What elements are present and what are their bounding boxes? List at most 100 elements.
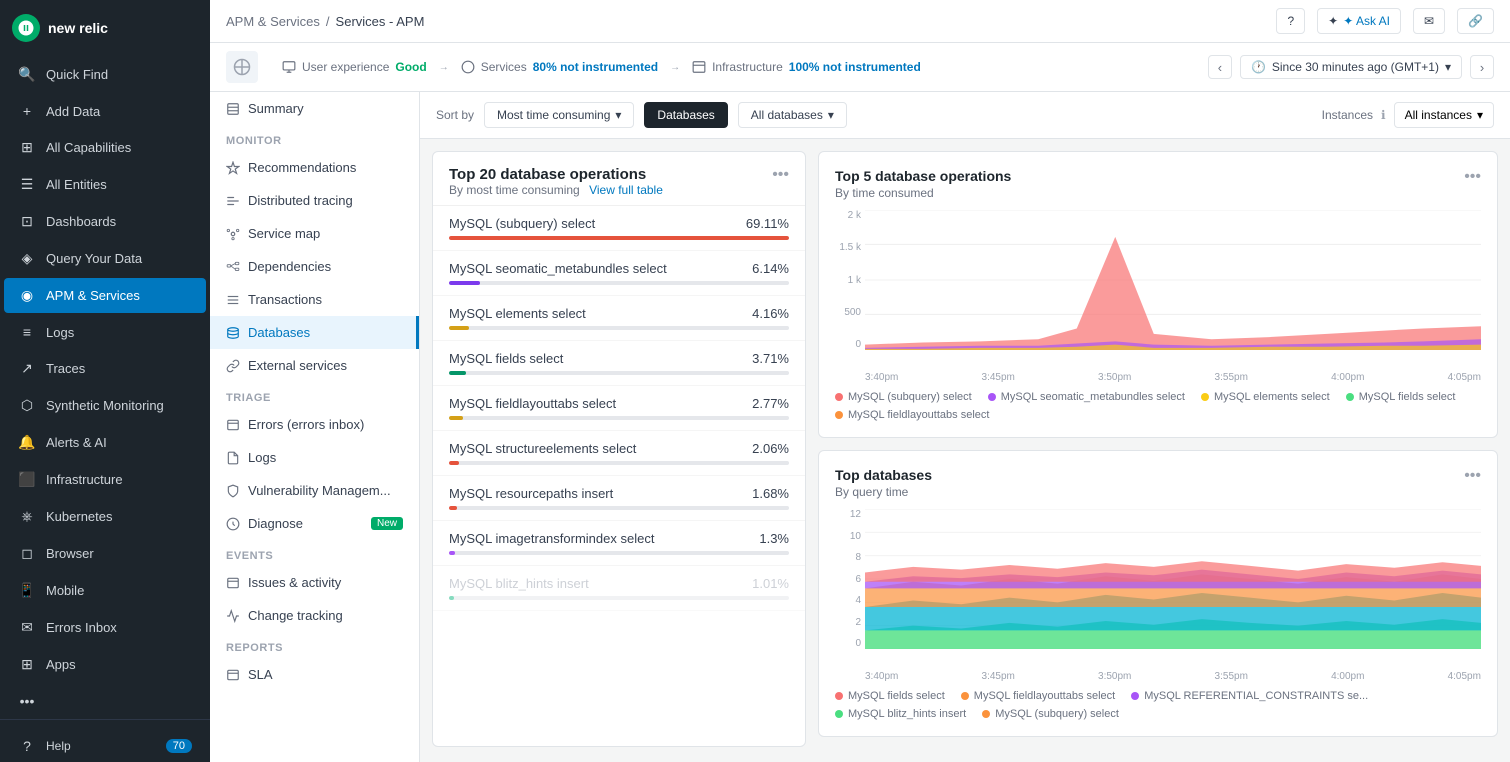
- all-instances-dropdown[interactable]: All instances ▾: [1394, 102, 1494, 128]
- sidebar-item-logs[interactable]: ≡ Logs: [4, 315, 206, 349]
- infra-icon: ⬛: [18, 471, 36, 488]
- sort-by-label: Sort by: [436, 108, 474, 122]
- nav-diagnose[interactable]: Diagnose New: [210, 507, 419, 540]
- legend-item-3: MySQL fields select: [1346, 391, 1456, 403]
- chart1-menu-button[interactable]: •••: [1464, 168, 1481, 186]
- legend-dot-4: [835, 411, 843, 419]
- sidebar-item-all-entities[interactable]: ☰ All Entities: [4, 167, 206, 202]
- nav-dependencies[interactable]: Dependencies: [210, 250, 419, 283]
- sidebar-item-apps[interactable]: ⊞ Apps: [4, 647, 206, 682]
- chart2-legend-dot-3: [835, 710, 843, 718]
- databases-filter[interactable]: Databases: [644, 102, 727, 128]
- legend-item-2: MySQL elements select: [1201, 391, 1330, 403]
- sidebar-bottom: ? Help 70 + Add User 👤 Lunar DeltaBlue: [0, 719, 210, 762]
- top-bar-right: ? ✦ ✦ Ask AI ✉ 🔗: [1276, 8, 1494, 34]
- events-section-label: EVENTS: [210, 540, 419, 566]
- user-experience-status: User experience Good: [274, 60, 435, 74]
- nav-issues-activity[interactable]: Issues & activity: [210, 566, 419, 599]
- arrow-1: →: [435, 62, 453, 73]
- sidebar-item-query-your-data[interactable]: ◈ Query Your Data: [4, 241, 206, 276]
- chart2-area: 12 10 8 6 4 2 0: [835, 509, 1481, 669]
- nav-distributed-tracing[interactable]: Distributed tracing: [210, 184, 419, 217]
- db-row-8: MySQL blitz_hints insert 1.01%: [433, 566, 805, 611]
- view-full-table-link[interactable]: View full table: [589, 183, 663, 197]
- mobile-icon: 📱: [18, 582, 36, 599]
- chart2-title: Top databases: [835, 467, 932, 483]
- sidebar-item-apm-services[interactable]: ◉ APM & Services: [4, 278, 206, 313]
- sidebar-item-traces[interactable]: ↗ Traces: [4, 351, 206, 386]
- sidebar-item-alerts-ai[interactable]: 🔔 Alerts & AI: [4, 425, 206, 460]
- sidebar-item-add-data[interactable]: + Add Data: [4, 94, 206, 128]
- db-row-5: MySQL structureelements select 2.06%: [433, 431, 805, 476]
- prev-time-button[interactable]: ‹: [1208, 55, 1232, 79]
- nav-external-services[interactable]: External services: [210, 349, 419, 382]
- list-icon: ☰: [18, 176, 36, 193]
- nav-databases[interactable]: Databases: [210, 316, 419, 349]
- nav-summary[interactable]: Summary: [210, 92, 419, 125]
- chart2-svg-area: [865, 509, 1481, 649]
- sort-dropdown[interactable]: Most time consuming ▾: [484, 102, 634, 128]
- sidebar-item-errors-inbox[interactable]: ✉ Errors Inbox: [4, 610, 206, 645]
- kubernetes-icon: ⎈: [18, 508, 36, 525]
- nav-errors[interactable]: Errors (errors inbox): [210, 408, 419, 441]
- help-circle-icon: ?: [1287, 14, 1294, 28]
- nav-change-tracking[interactable]: Change tracking: [210, 599, 419, 632]
- clock-icon: 🕐: [1251, 60, 1266, 74]
- link-button[interactable]: 🔗: [1457, 8, 1494, 34]
- ask-ai-button[interactable]: ✦ ✦ Ask AI: [1317, 8, 1401, 34]
- breadcrumb-separator: /: [326, 14, 330, 29]
- legend-item-4: MySQL fieldlayouttabs select: [835, 409, 989, 421]
- nav-sla[interactable]: SLA: [210, 658, 419, 691]
- status-bar-right: ‹ 🕐 Since 30 minutes ago (GMT+1) ▾ ›: [1208, 55, 1494, 79]
- breadcrumb: APM & Services / Services - APM: [226, 14, 424, 29]
- triage-section-label: TRIAGE: [210, 382, 419, 408]
- sidebar-item-browser[interactable]: ◻ Browser: [4, 536, 206, 571]
- sidebar-item-kubernetes[interactable]: ⎈ Kubernetes: [4, 499, 206, 534]
- left-panel: Top 20 database operations By most time …: [432, 151, 806, 747]
- sidebar-item-all-capabilities[interactable]: ⊞ All Capabilities: [4, 130, 206, 165]
- panel-title: Top 20 database operations: [449, 166, 663, 183]
- sidebar-item-help[interactable]: ? Help 70: [4, 729, 206, 762]
- sidebar-item-infrastructure[interactable]: ⬛ Infrastructure: [4, 462, 206, 497]
- sidebar-item-synthetic-monitoring[interactable]: ⬡ Synthetic Monitoring: [4, 388, 206, 423]
- info-icon: ℹ: [1381, 108, 1386, 122]
- nav-service-map[interactable]: Service map: [210, 217, 419, 250]
- chevron-down-icon: ▾: [1445, 60, 1451, 74]
- all-databases-dropdown[interactable]: All databases ▾: [738, 102, 847, 128]
- status-bar: User experience Good → Services 80% not …: [210, 43, 1510, 92]
- filter-right: Instances ℹ All instances ▾: [1322, 102, 1494, 128]
- breadcrumb-parent[interactable]: APM & Services: [226, 14, 320, 29]
- arrow-2: →: [666, 62, 684, 73]
- help-button[interactable]: ?: [1276, 8, 1305, 34]
- next-time-button[interactable]: ›: [1470, 55, 1494, 79]
- chart2-legend-item-2: MySQL REFERENTIAL_CONSTRAINTS se...: [1131, 690, 1368, 702]
- nav-transactions[interactable]: Transactions: [210, 283, 419, 316]
- second-sidebar: Summary MONITOR Recommendations Distribu…: [210, 92, 420, 762]
- db-row-7: MySQL imagetransformindex select 1.3%: [433, 521, 805, 566]
- sidebar-item-more[interactable]: •••: [4, 684, 206, 718]
- help-badge: 70: [166, 739, 192, 753]
- search-icon: 🔍: [18, 66, 36, 83]
- nav-vulnerability[interactable]: Vulnerability Managem...: [210, 474, 419, 507]
- more-icon: •••: [18, 693, 36, 709]
- chart2-legend-dot-4: [982, 710, 990, 718]
- sidebar-item-dashboards[interactable]: ⊡ Dashboards: [4, 204, 206, 239]
- chart-top-databases: Top databases By query time ••• 12 10 8 …: [818, 450, 1498, 737]
- chart2-menu-button[interactable]: •••: [1464, 467, 1481, 485]
- sidebar-item-quick-find[interactable]: 🔍 Quick Find: [4, 57, 206, 92]
- sidebar-item-mobile[interactable]: 📱 Mobile: [4, 573, 206, 608]
- chart2-subtitle: By query time: [835, 485, 932, 499]
- synthetic-icon: ⬡: [18, 397, 36, 414]
- content-area: Summary MONITOR Recommendations Distribu…: [210, 92, 1510, 762]
- mail-button[interactable]: ✉: [1413, 8, 1445, 34]
- right-panel: Top 5 database operations By time consum…: [818, 151, 1498, 747]
- time-selector[interactable]: 🕐 Since 30 minutes ago (GMT+1) ▾: [1240, 55, 1462, 79]
- help-icon: ?: [18, 738, 36, 754]
- panel-menu-button[interactable]: •••: [772, 166, 789, 184]
- nav-recommendations[interactable]: Recommendations: [210, 151, 419, 184]
- query-icon: ◈: [18, 250, 36, 267]
- link-icon: 🔗: [1468, 14, 1483, 28]
- ai-sparkle-icon: ✦: [1328, 14, 1338, 28]
- nav-logs[interactable]: Logs: [210, 441, 419, 474]
- traces-icon: ↗: [18, 360, 36, 377]
